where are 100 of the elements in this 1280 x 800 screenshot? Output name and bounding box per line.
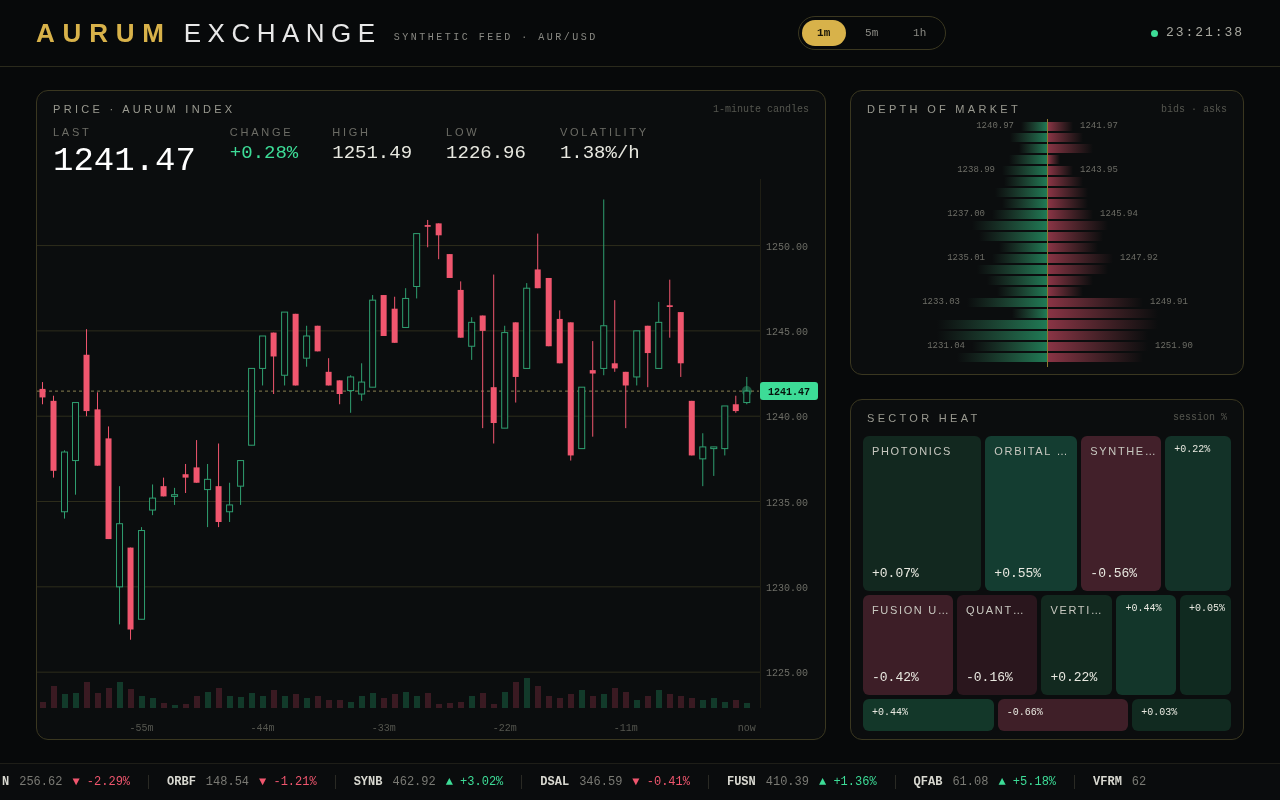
sector-name: PHOTONICS — [872, 444, 954, 460]
ticker-change: ▼ -2.29% — [72, 774, 131, 791]
candlestick — [336, 379, 343, 405]
stat-value: 1251.49 — [332, 144, 413, 163]
panel-title: DEPTH OF MARKET — [867, 102, 1021, 117]
ticker-symbol: N — [2, 774, 10, 791]
sector-change: +0.44% — [1125, 602, 1163, 617]
time-label: -33m — [371, 723, 396, 734]
volume-bar — [447, 703, 453, 708]
stat-value: 1.38%/h — [559, 144, 641, 163]
candlestick — [61, 449, 68, 520]
bid-bar — [977, 264, 1047, 274]
sector-tile[interactable]: VERTI… +0.22% — [1041, 595, 1113, 696]
volume-bar — [414, 696, 420, 708]
ticker-symbol: FUSN — [726, 774, 756, 791]
time-label: -44m — [250, 723, 275, 734]
candlestick — [314, 325, 321, 352]
ask-bar — [1048, 220, 1108, 230]
sector-tile[interactable]: ORBITAL … +0.55% — [985, 436, 1078, 592]
ticker-symbol: DSAL — [540, 774, 570, 791]
volume-bar — [711, 698, 717, 708]
sector-change: +0.55% — [994, 564, 1043, 583]
candlestick — [710, 446, 718, 477]
volume-bar — [40, 702, 46, 708]
candlestick — [237, 460, 245, 506]
bid-bar — [1002, 165, 1047, 175]
ticker-change: ▼ -1.21% — [259, 774, 317, 791]
ticker-price: 148.54 — [205, 774, 250, 791]
bid-price: 1240.97 — [976, 121, 1014, 131]
time-label: -55m — [129, 723, 154, 734]
volume-bar — [238, 697, 244, 708]
brand-title: AURUM — [36, 16, 172, 50]
candlestick — [303, 325, 311, 368]
sector-tile[interactable]: PHOTONICS +0.07% — [863, 436, 982, 592]
volume-bar — [733, 700, 739, 708]
ask-bar — [1048, 121, 1073, 131]
sector-tile[interactable]: -0.66% — [997, 699, 1129, 732]
sector-tile[interactable]: +0.44% — [1116, 595, 1176, 696]
candlestick — [259, 335, 267, 386]
timeframe-tab[interactable]: 1h — [897, 20, 942, 46]
panel-title: SECTOR HEAT — [867, 410, 981, 426]
candlestick — [424, 219, 431, 248]
sector-tile[interactable]: +0.22% — [1165, 436, 1231, 592]
candlestick — [204, 463, 212, 528]
ask-price: 1247.92 — [1120, 253, 1158, 263]
ticker-change: ▼ -0.41% — [632, 774, 690, 791]
volume-bar — [502, 692, 508, 708]
volume-bar — [579, 690, 585, 708]
volume-bar — [271, 690, 277, 708]
bid-price: 1233.03 — [922, 297, 960, 307]
bid-bar — [995, 187, 1047, 197]
volume-bar — [194, 696, 200, 708]
volume-bar — [469, 696, 475, 708]
sector-tile[interactable]: SYNTHE… -0.56% — [1081, 436, 1162, 592]
stat-label: CHANGE — [229, 124, 295, 140]
ticker-symbol: ORBF — [167, 774, 196, 791]
candlestick — [402, 287, 410, 328]
ticker-price: 256.62 — [19, 774, 63, 791]
volume-bar — [95, 693, 101, 708]
volume-bar — [172, 705, 178, 708]
ask-price: 1251.90 — [1155, 341, 1193, 351]
time-label: -11m — [613, 723, 638, 734]
ask-bar — [1048, 209, 1093, 219]
candlestick — [182, 463, 189, 494]
sector-change: +0.07% — [872, 564, 920, 583]
volume-bar — [568, 694, 574, 708]
bid-bar — [1019, 143, 1047, 153]
volume-bar — [590, 696, 596, 708]
candlestick — [677, 311, 684, 378]
ask-bar — [1048, 242, 1098, 252]
sector-tile[interactable]: +0.03% — [1132, 699, 1231, 732]
volume-bar — [150, 698, 156, 708]
candlestick — [391, 296, 398, 344]
volume-bar — [403, 692, 409, 708]
ticker-change: ▲ +1.36% — [819, 774, 877, 791]
ask-price: 1241.97 — [1080, 121, 1118, 131]
bid-price: 1238.99 — [957, 165, 995, 175]
sector-tile[interactable]: +0.05% — [1180, 595, 1231, 696]
candlestick — [171, 487, 179, 506]
volume-bar — [546, 696, 552, 708]
candlestick — [699, 432, 707, 487]
sector-tile[interactable]: +0.44% — [863, 699, 994, 732]
stat-label: VOLATILITY — [559, 124, 649, 140]
candlestick — [556, 309, 563, 364]
sector-tile[interactable]: FUSION U… -0.42% — [863, 595, 953, 696]
volume-bar — [612, 688, 618, 708]
candlestick — [358, 362, 366, 402]
volume-bar — [645, 696, 651, 708]
timeframe-tab[interactable]: 1m — [801, 20, 846, 46]
sector-tile[interactable]: QUANT… -0.16% — [957, 595, 1038, 696]
volume-bar — [689, 698, 695, 708]
ask-bar — [1048, 198, 1088, 208]
price-tag: 1241.47 — [760, 382, 818, 401]
volume-bar — [128, 689, 134, 708]
candlestick — [578, 386, 586, 450]
candlestick — [468, 316, 476, 361]
volume-bar — [282, 696, 288, 708]
bid-bar — [1010, 132, 1047, 142]
timeframe-tab[interactable]: 5m — [849, 20, 894, 46]
volume-bar — [623, 692, 629, 708]
